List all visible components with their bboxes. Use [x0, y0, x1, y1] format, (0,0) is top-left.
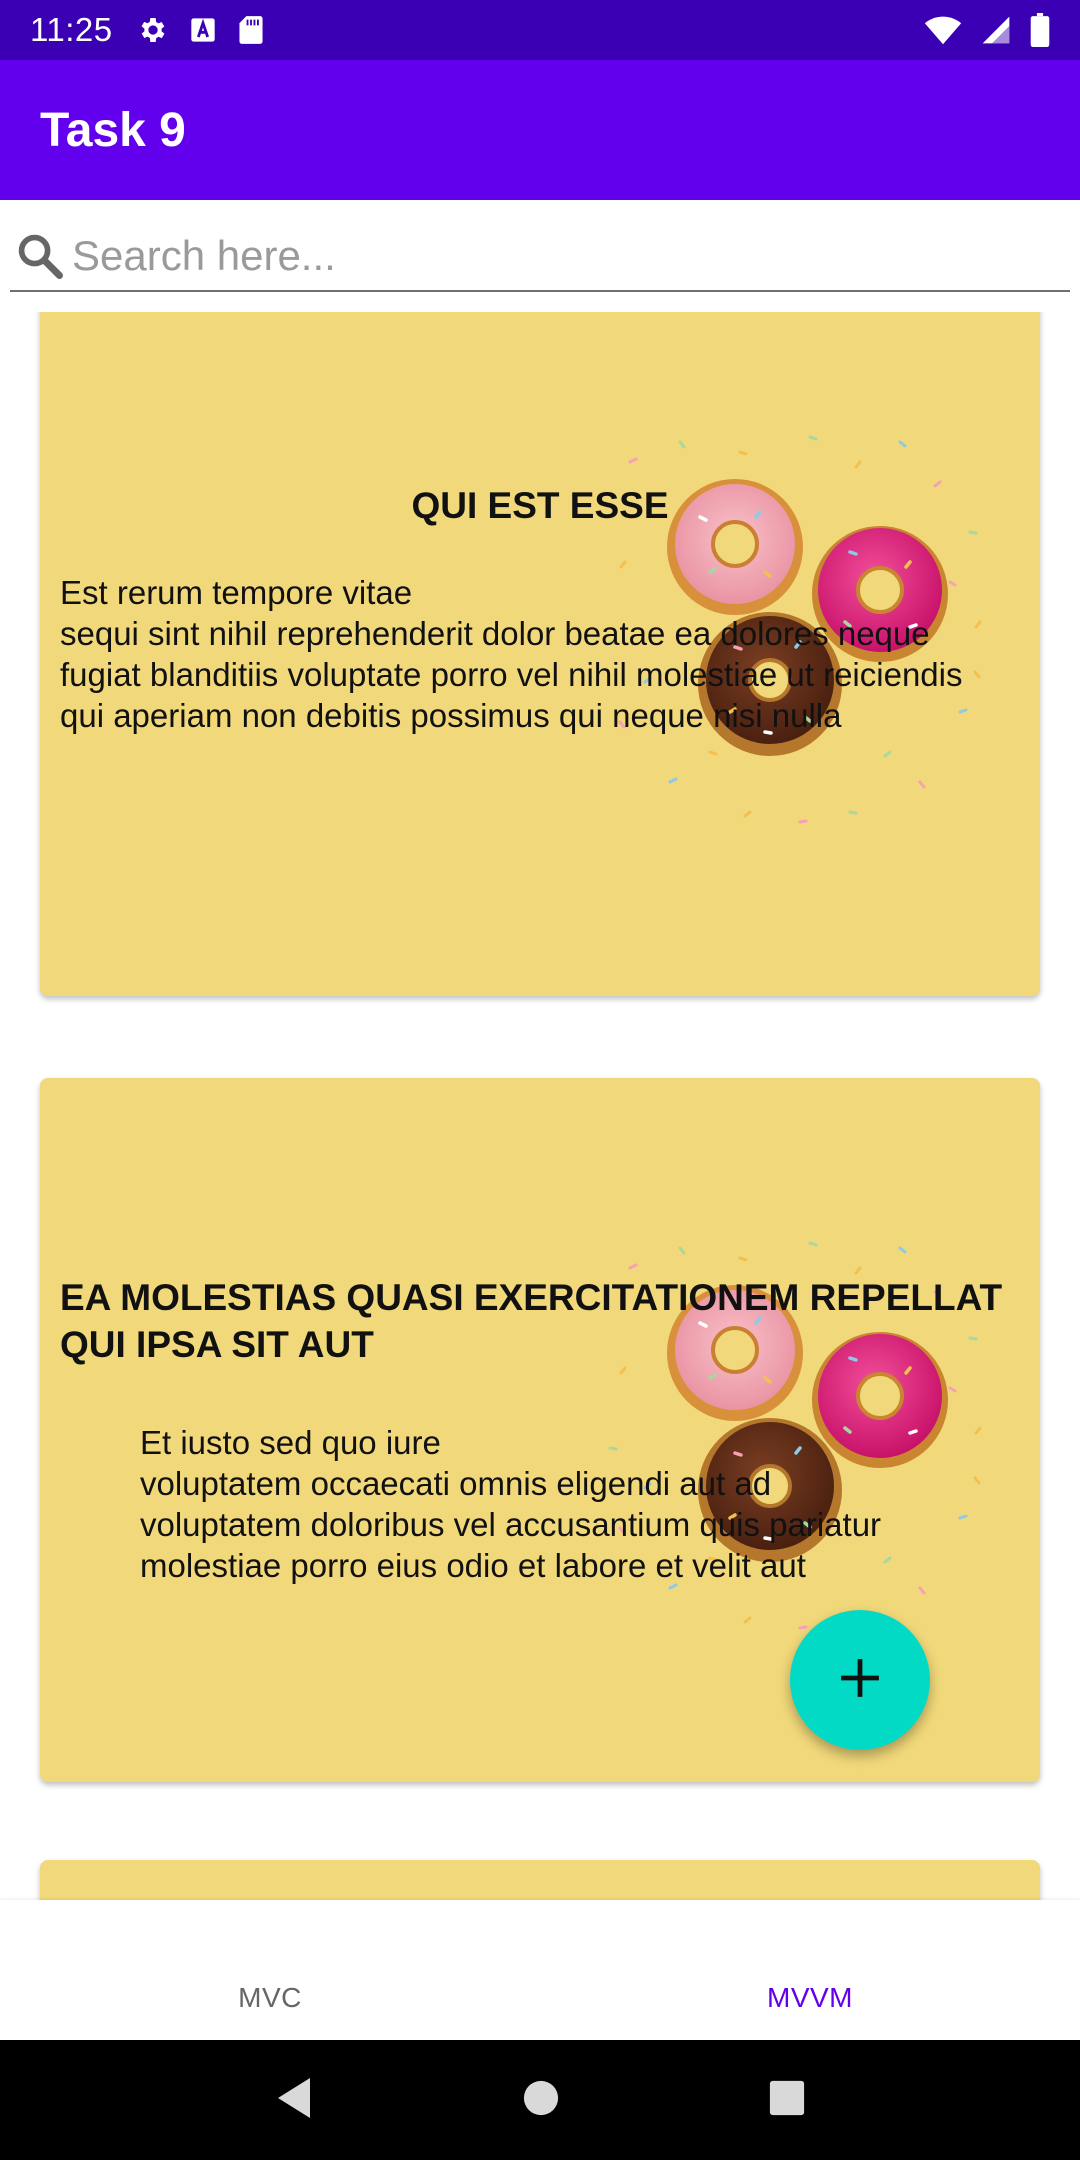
nav-item-label: MVC	[238, 1982, 302, 2013]
post-title: QUI EST ESSE	[411, 485, 669, 526]
recents-icon[interactable]	[768, 2079, 806, 2122]
nav-item-label: MVVM	[767, 1982, 853, 2013]
font-a-icon	[189, 16, 217, 44]
bottom-navigation: MVC MVVM	[0, 1900, 1080, 2040]
gear-icon	[137, 14, 169, 46]
status-left-icons	[137, 14, 265, 46]
wifi-icon	[924, 15, 962, 45]
status-time: 11:25	[30, 11, 113, 48]
search-input[interactable]	[72, 226, 1052, 286]
cell-signal-icon	[980, 14, 1012, 46]
post-card[interactable]: QUI EST ESSE Est rerum tempore vitae seq…	[40, 312, 1040, 996]
search-icon	[14, 230, 66, 282]
status-right-icons	[924, 13, 1050, 47]
app-title: Task 9	[40, 103, 186, 157]
post-title: EA MOLESTIAS QUASI EXERCITATIONEM REPELL…	[60, 1277, 1003, 1365]
system-navigation-bar	[0, 2040, 1080, 2160]
status-bar: 11:25	[0, 0, 1080, 60]
nav-item-mvc[interactable]: MVC	[0, 1900, 540, 2040]
app-bar: Task 9	[0, 60, 1080, 200]
home-icon[interactable]	[522, 2079, 560, 2122]
plus-icon	[838, 1656, 882, 1705]
sd-card-icon	[237, 15, 265, 45]
add-post-button[interactable]	[790, 1610, 930, 1750]
post-card[interactable]	[40, 1860, 1040, 1900]
back-icon[interactable]	[274, 2076, 314, 2125]
battery-icon	[1030, 13, 1050, 47]
post-body: Et iusto sed quo iure voluptatem occaeca…	[140, 1424, 882, 1584]
post-body: Est rerum tempore vitae sequi sint nihil…	[60, 574, 963, 734]
search-bar[interactable]	[10, 222, 1070, 292]
nav-item-mvvm[interactable]: MVVM	[540, 1900, 1080, 2040]
